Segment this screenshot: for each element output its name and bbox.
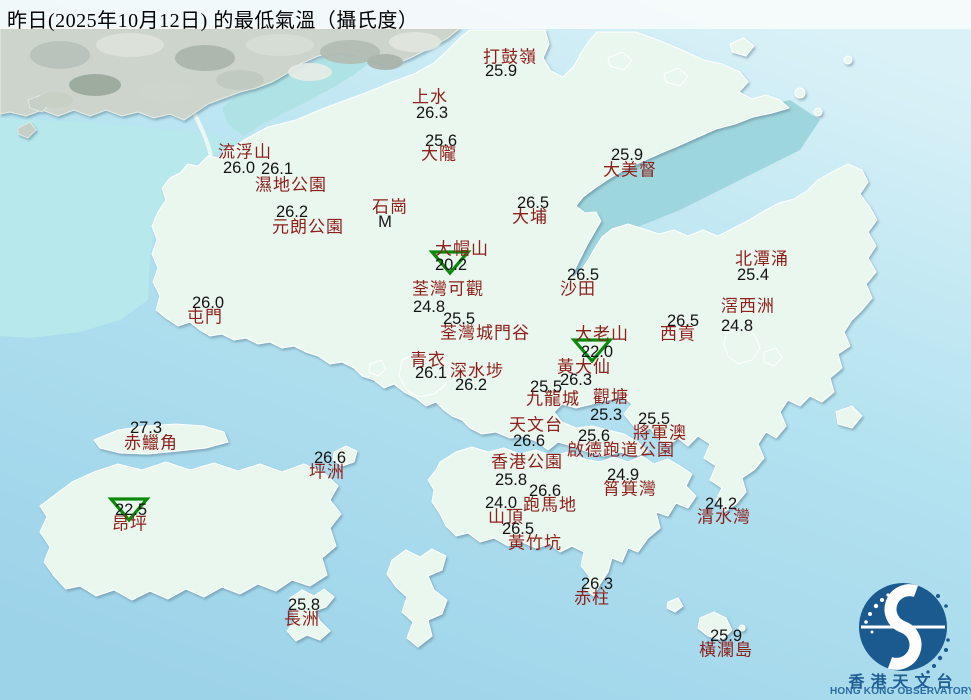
hong-kong-temperature-map: 25.9打鼓嶺26.3上水25.6大隴26.0流浮山26.1濕地公園26.2元朗…: [0, 0, 971, 700]
tap-mun-island: [795, 88, 805, 98]
hko-logo-name-en: HONG KONG OBSERVATORY: [830, 686, 971, 697]
page-title: 昨日(2025年10月12日) 的最低氣溫（攝氏度）: [7, 4, 418, 33]
waglan-islet: [739, 625, 745, 631]
ne-islet: [814, 108, 822, 116]
lantau-island: [40, 462, 341, 600]
ne-islet: [844, 56, 852, 64]
base-map-svg: [0, 0, 971, 700]
